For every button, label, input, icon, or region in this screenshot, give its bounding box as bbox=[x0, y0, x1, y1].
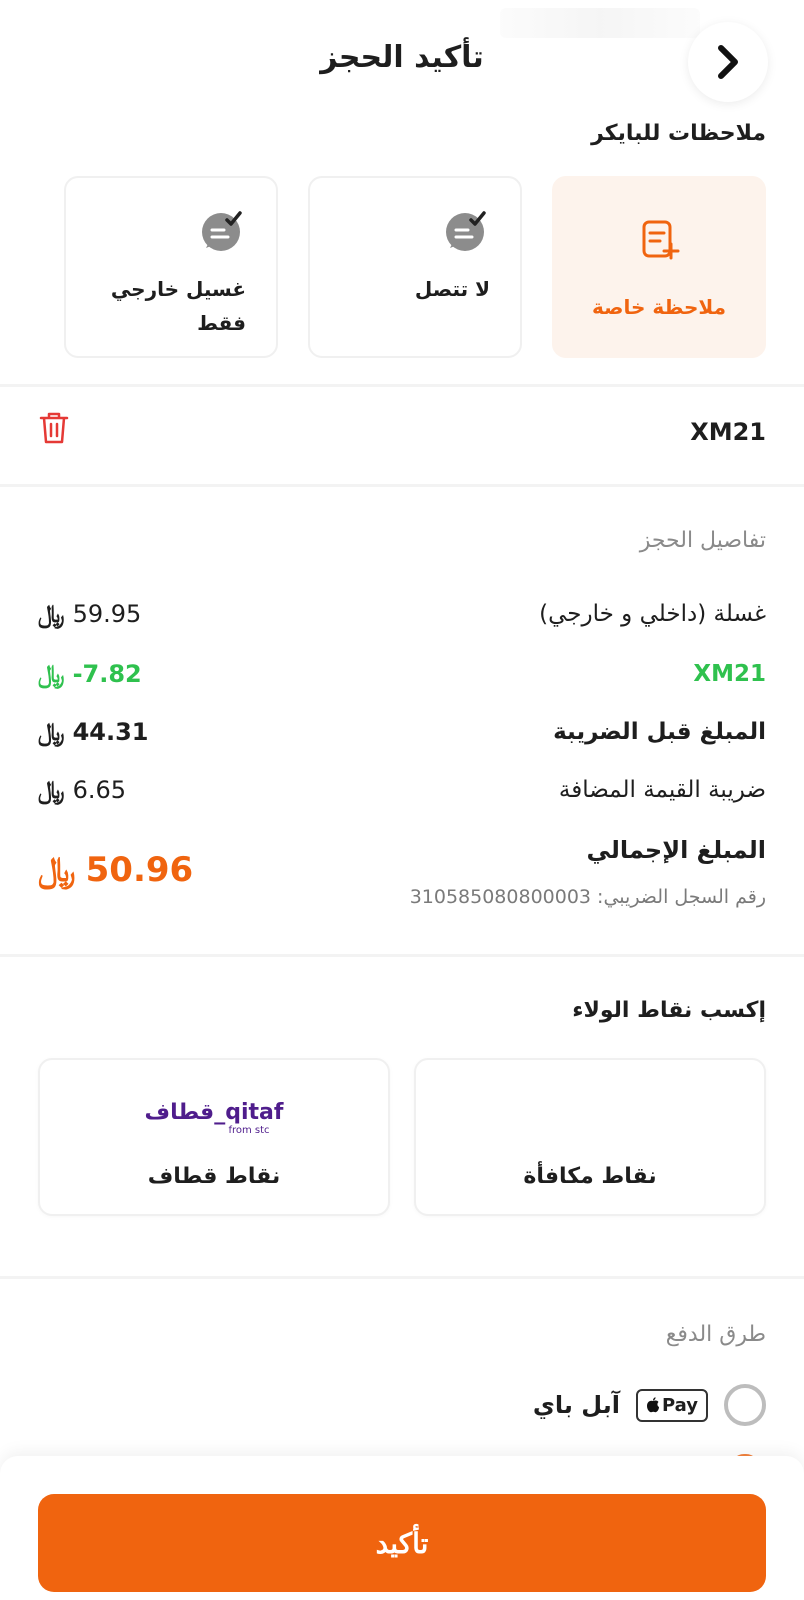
promo-code: XM21 bbox=[690, 418, 766, 446]
bottom-bar: تأكيد bbox=[0, 1456, 804, 1600]
payment-option-apple-pay[interactable]: Pay آبل باي bbox=[533, 1382, 766, 1428]
header: تأكيد الحجز bbox=[0, 0, 804, 120]
amount: ﷼ 59.95 bbox=[38, 600, 141, 628]
riyal-icon: ﷼ bbox=[38, 660, 66, 688]
chevron-right-icon bbox=[718, 45, 738, 79]
promo-row: XM21 bbox=[0, 410, 804, 464]
riyal-icon: ﷼ bbox=[38, 850, 77, 890]
line-item-discount: ﷼ -7.82 XM21 bbox=[38, 654, 766, 694]
divider bbox=[0, 484, 804, 487]
divider bbox=[0, 1276, 804, 1279]
total-amount: ﷼ 50.96 bbox=[38, 850, 193, 890]
tax-registration-number: رقم السجل الضريبي: 310585080800003 bbox=[409, 886, 766, 908]
chat-check-icon bbox=[446, 211, 486, 251]
amount-value: 59.95 bbox=[72, 600, 142, 628]
qitaf-points-card[interactable]: قطاف_qitaf from stc نقاط قطاف bbox=[38, 1058, 390, 1216]
back-button[interactable] bbox=[688, 22, 768, 102]
background-ghost bbox=[500, 8, 700, 38]
note-card-exterior-only[interactable]: غسيل خارجي فقط bbox=[64, 176, 278, 358]
note-label: غسيل خارجي فقط bbox=[110, 277, 246, 335]
apple-icon bbox=[646, 1397, 659, 1413]
qitaf-points-label: نقاط قطاف bbox=[147, 1164, 281, 1189]
amount-value: 44.31 bbox=[72, 718, 149, 746]
amount: ﷼ -7.82 bbox=[38, 660, 142, 688]
booking-details-title: تفاصيل الحجز bbox=[639, 528, 766, 553]
divider bbox=[0, 954, 804, 957]
line-label: غسلة (داخلي و خارجي) bbox=[539, 601, 766, 627]
page-title: تأكيد الحجز bbox=[320, 40, 484, 75]
payment-methods-title: طرق الدفع bbox=[665, 1322, 766, 1347]
divider bbox=[0, 384, 804, 387]
qitaf-logo-sub: from stc bbox=[228, 1125, 270, 1136]
amount: ﷼ 44.31 bbox=[38, 718, 149, 746]
confirm-button[interactable]: تأكيد bbox=[38, 1494, 766, 1592]
line-label: المبلغ قبل الضريبة bbox=[553, 719, 766, 745]
amount-value: 6.65 bbox=[72, 776, 127, 804]
line-label: XM21 bbox=[693, 661, 766, 687]
note-label: ملاحظة خاصة bbox=[592, 295, 726, 319]
riyal-icon: ﷼ bbox=[38, 600, 66, 628]
total-value: 50.96 bbox=[85, 850, 194, 890]
qitaf-logo: قطاف_qitaf from stc bbox=[40, 1100, 388, 1136]
rewards-points-label: نقاط مكافأة bbox=[523, 1164, 657, 1189]
line-label: ضريبة القيمة المضافة bbox=[558, 777, 766, 803]
line-item-vat: ﷼ 6.65 ضريبة القيمة المضافة bbox=[38, 770, 766, 810]
note-card-special[interactable]: ملاحظة خاصة bbox=[552, 176, 766, 358]
qitaf-logo-text: قطاف_qitaf bbox=[144, 1100, 284, 1125]
apple-pay-badge: Pay bbox=[635, 1388, 708, 1422]
rewards-points-card[interactable]: نقاط مكافأة bbox=[414, 1058, 766, 1216]
loyalty-title: إكسب نقاط الولاء bbox=[572, 998, 766, 1023]
riyal-icon: ﷼ bbox=[38, 776, 66, 804]
apple-pay-label: آبل باي bbox=[532, 1391, 620, 1419]
note-add-icon bbox=[642, 220, 680, 260]
note-card-no-call[interactable]: لا تتصل bbox=[308, 176, 522, 358]
riyal-icon: ﷼ bbox=[38, 718, 66, 746]
amount-value: -7.82 bbox=[72, 660, 142, 688]
line-item-subtotal: ﷼ 44.31 المبلغ قبل الضريبة bbox=[38, 712, 766, 752]
apple-pay-badge-text: Pay bbox=[661, 1394, 698, 1416]
radio-button[interactable] bbox=[724, 1384, 766, 1426]
amount: ﷼ 6.65 bbox=[38, 776, 126, 804]
trash-icon[interactable] bbox=[38, 410, 70, 446]
chat-check-icon bbox=[202, 211, 242, 251]
total-label: المبلغ الإجمالي bbox=[586, 836, 766, 864]
line-item-wash: ﷼ 59.95 غسلة (داخلي و خارجي) bbox=[38, 594, 766, 634]
note-label: لا تتصل bbox=[414, 277, 490, 301]
notes-title: ملاحظات للبايكر bbox=[591, 121, 766, 146]
